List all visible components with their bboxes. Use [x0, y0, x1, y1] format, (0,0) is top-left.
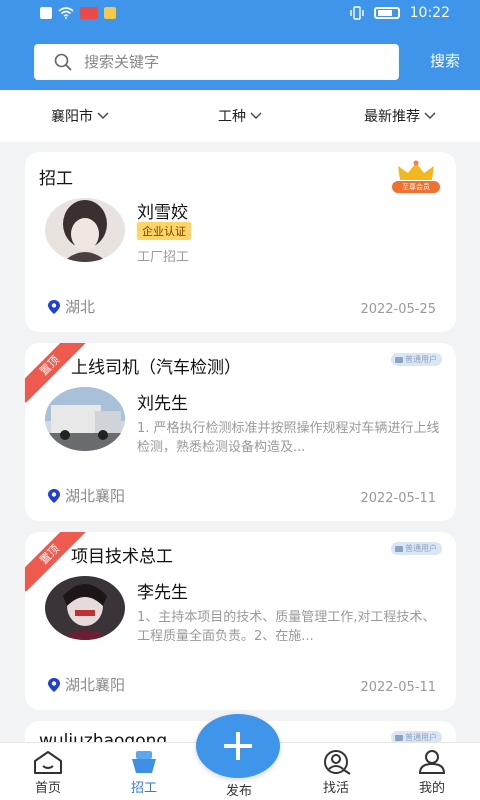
- avatar: [45, 198, 125, 262]
- job-location: 湖北襄阳: [47, 485, 125, 506]
- contact-name: 刘雪姣: [137, 203, 188, 223]
- user-level-tag: 普通用户: [391, 353, 442, 366]
- location-pin-icon: [48, 299, 60, 314]
- nav-find-work-label: 找活: [322, 781, 349, 796]
- filter-city-label: 襄阳市: [51, 109, 93, 125]
- post-date: 2022-05-11: [360, 680, 436, 695]
- publish-label: 发布: [225, 784, 252, 799]
- find-work-icon: [324, 750, 351, 775]
- plus-icon: [224, 732, 252, 760]
- chevron-down-icon: [424, 112, 436, 119]
- wifi-icon: [58, 7, 74, 19]
- job-description: 1、主持本项目的技术、质量管理工作,对工程技术、工程质量全面负责。2、在施...: [137, 610, 436, 644]
- status-right-icons: 10:22: [349, 5, 450, 21]
- search-icon: [54, 53, 72, 71]
- filter-bar: 襄阳市 工种 最新推荐: [0, 90, 480, 142]
- job-description: 1. 严格执行检测标准并按照操作规程对车辆进行上线检测，熟悉检测设备构造及...: [137, 421, 440, 455]
- location-pin-icon: [48, 677, 60, 692]
- vibrate-icon: [349, 6, 364, 20]
- status-bar: 10:22: [0, 0, 480, 30]
- contact-name: 刘先生: [137, 394, 188, 414]
- nav-find-work[interactable]: 找活: [306, 749, 366, 796]
- search-button[interactable]: 搜索: [430, 50, 460, 71]
- job-description: 工厂招工: [137, 250, 190, 265]
- recruit-icon: [132, 751, 156, 773]
- battery-icon: [373, 7, 400, 19]
- post-date: 2022-05-25: [360, 302, 436, 317]
- search-box[interactable]: [34, 44, 399, 80]
- shield-icon: [395, 356, 403, 363]
- user-icon: [418, 750, 446, 774]
- filter-job-type[interactable]: 工种: [160, 90, 320, 142]
- vip-tag-label: 至尊会员: [402, 183, 430, 191]
- chevron-down-icon: [97, 112, 109, 119]
- shield-icon: [395, 545, 403, 552]
- vip-crown-icon: 至尊会员: [390, 160, 442, 194]
- nav-home[interactable]: 首页: [18, 749, 78, 796]
- filter-sort[interactable]: 最新推荐: [320, 90, 480, 142]
- shield-icon: [395, 734, 403, 741]
- location-text: 湖北襄阳: [65, 676, 126, 694]
- avatar: [45, 387, 125, 451]
- status-left-icons: [40, 7, 116, 19]
- job-card[interactable]: 置顶 上线司机（汽车检测） 普通用户 刘先生 1. 严格执行检测标准并按照操作规…: [25, 343, 456, 521]
- search-input[interactable]: [84, 53, 384, 71]
- nav-home-label: 首页: [34, 781, 61, 796]
- app-notify-icon: [80, 7, 98, 19]
- nav-mine-label: 我的: [418, 781, 445, 796]
- contact-name: 李先生: [137, 583, 188, 603]
- nav-mine[interactable]: 我的: [402, 749, 462, 796]
- job-title: 项目技术总工: [71, 547, 173, 567]
- location-text: 湖北: [65, 298, 96, 316]
- user-level-tag: 普通用户: [391, 542, 442, 555]
- job-title: 招工: [39, 169, 73, 189]
- app-notify-icon-2: [104, 7, 116, 19]
- nav-recruit[interactable]: 招工: [114, 749, 174, 796]
- filter-job-type-label: 工种: [218, 109, 246, 125]
- post-date: 2022-05-11: [360, 491, 436, 506]
- status-time: 10:22: [409, 5, 450, 21]
- job-card[interactable]: 置顶 项目技术总工 普通用户 李先生 1、主持本项目的技术、质量管理工作,对工程…: [25, 532, 456, 710]
- user-level-label: 普通用户: [405, 544, 437, 553]
- location-text: 湖北襄阳: [65, 487, 126, 505]
- job-title: 上线司机（汽车检测）: [71, 358, 241, 378]
- job-location: 湖北: [47, 296, 95, 317]
- chevron-down-icon: [250, 112, 262, 119]
- avatar: [45, 576, 125, 640]
- location-pin-icon: [48, 488, 60, 503]
- publish-button[interactable]: [196, 714, 280, 778]
- job-card[interactable]: 招工 至尊会员 刘雪姣 企业认证 工厂招工 湖北 2022-05-25: [25, 152, 456, 332]
- header-bar: 10:22 搜索: [0, 0, 480, 90]
- filter-sort-label: 最新推荐: [364, 109, 420, 125]
- job-location: 湖北襄阳: [47, 674, 125, 695]
- enterprise-cert-badge: 企业认证: [137, 222, 191, 240]
- user-level-label: 普通用户: [405, 355, 437, 364]
- notification-icon: [40, 7, 52, 19]
- home-icon: [34, 751, 62, 774]
- filter-city[interactable]: 襄阳市: [0, 90, 160, 142]
- nav-recruit-label: 招工: [130, 781, 157, 796]
